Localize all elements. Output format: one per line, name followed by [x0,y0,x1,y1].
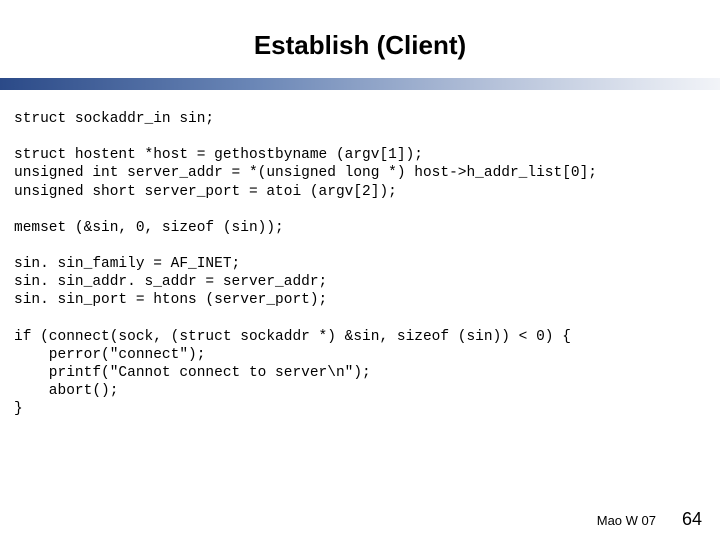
page-number: 64 [682,509,702,530]
title-divider-bar [0,78,720,90]
code-block: struct sockaddr_in sin; struct hostent *… [14,110,706,418]
slide-title: Establish (Client) [0,30,720,61]
slide: Establish (Client) struct sockaddr_in si… [0,0,720,540]
footer-credit: Mao W 07 [597,513,656,528]
